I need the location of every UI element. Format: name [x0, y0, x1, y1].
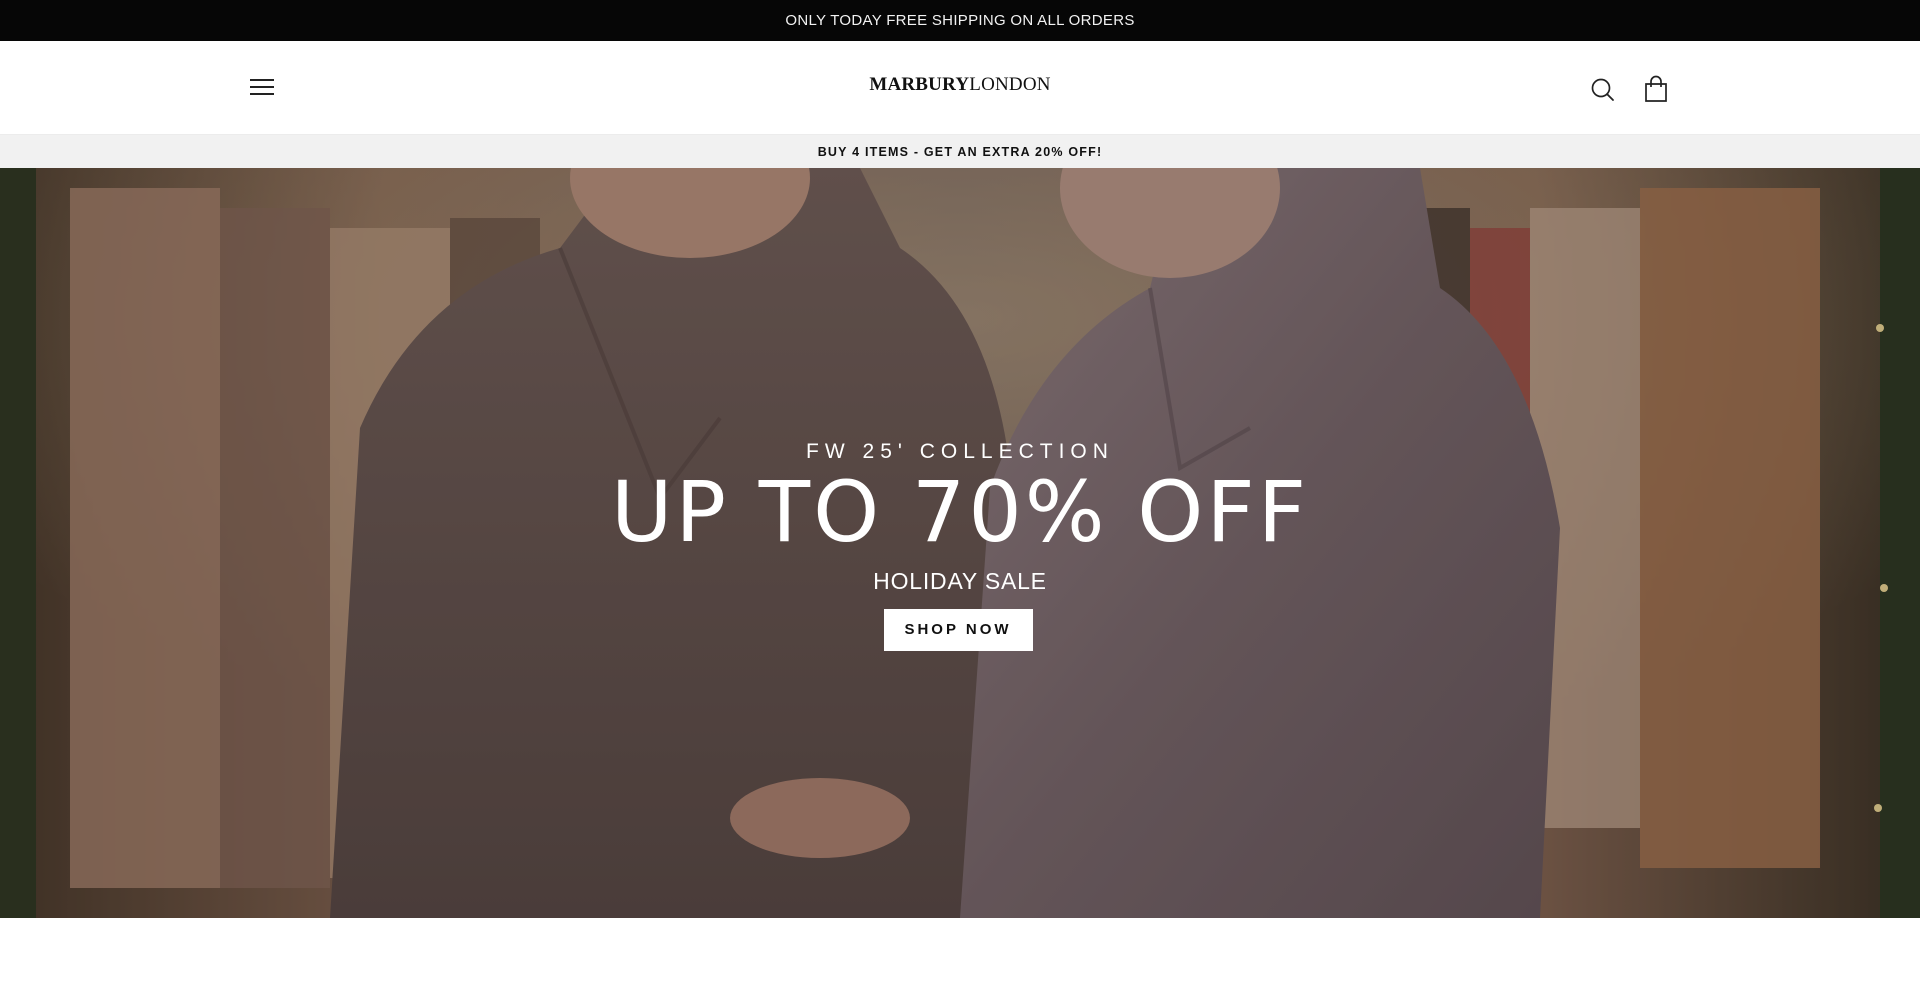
- search-button[interactable]: [1590, 77, 1616, 103]
- announcement-bar: ONLY TODAY FREE SHIPPING ON ALL ORDERS: [0, 0, 1920, 41]
- cart-button[interactable]: [1643, 75, 1669, 103]
- shop-now-button[interactable]: SHOP NOW: [883, 609, 1033, 651]
- logo-wordmark-light: LONDON: [969, 74, 1051, 95]
- promo-text: BUY 4 ITEMS - GET AN EXTRA 20% OFF!: [817, 144, 1103, 159]
- hero-subhead: HOLIDAY SALE: [873, 568, 1047, 594]
- promo-bar[interactable]: BUY 4 ITEMS - GET AN EXTRA 20% OFF!: [0, 135, 1920, 168]
- site-header: MARBURYLONDON: [0, 41, 1920, 135]
- site-logo[interactable]: MARBURYLONDON: [0, 74, 1920, 96]
- logo-wordmark-bold: MARBURY: [869, 74, 970, 95]
- hero-eyebrow: FW 25' COLLECTION: [806, 440, 1114, 463]
- hero-content: FW 25' COLLECTION UP TO 70% OFF HOLIDAY …: [0, 440, 1920, 651]
- shopping-bag-icon: [1645, 75, 1667, 102]
- hero-headline: UP TO 70% OFF: [610, 463, 1310, 561]
- hero-banner: FW 25' COLLECTION UP TO 70% OFF HOLIDAY …: [0, 168, 1920, 918]
- announcement-text: ONLY TODAY FREE SHIPPING ON ALL ORDERS: [785, 12, 1135, 29]
- search-icon: [1591, 78, 1614, 101]
